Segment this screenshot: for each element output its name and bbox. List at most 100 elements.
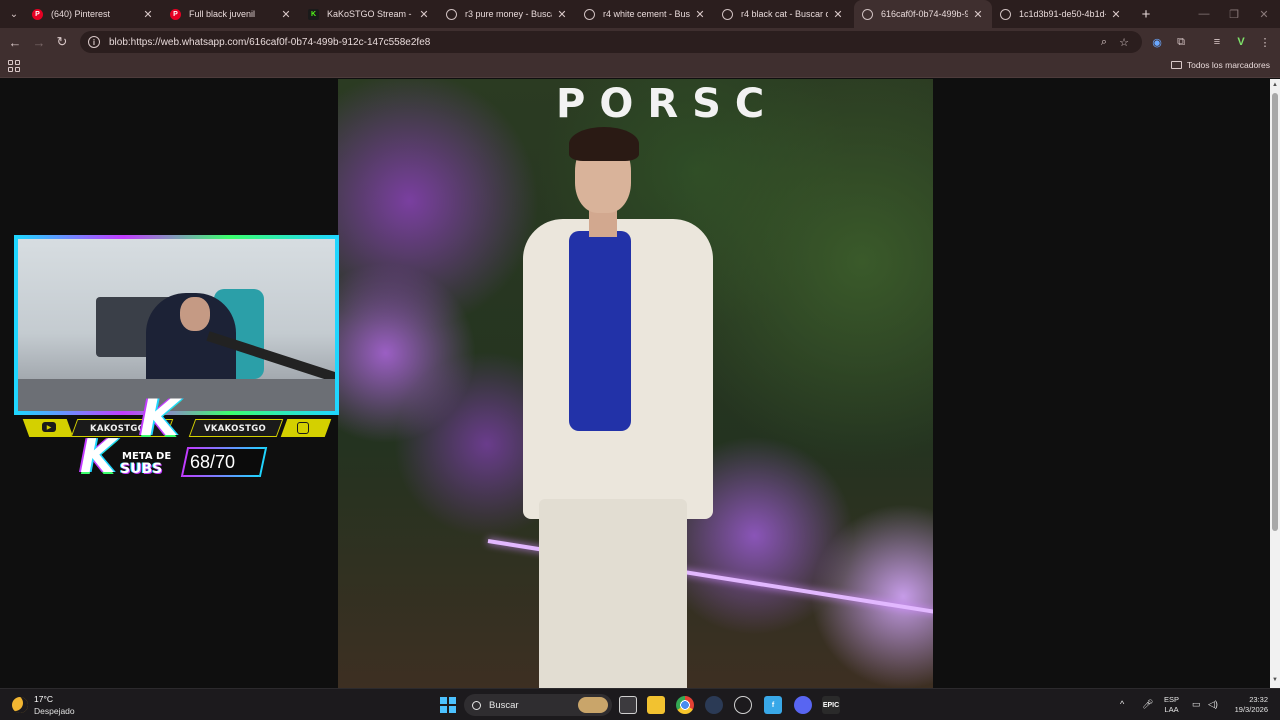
image-viewer: PORSC ▶ KAKOSTGO VKAKOSTGO K K META DE S… — [0, 79, 1270, 688]
weather-desc: Despejado — [34, 706, 75, 716]
hair — [569, 127, 639, 161]
tab-title: 1c1d3b91-de50-4b1d-ae — [1019, 9, 1106, 19]
language-indicator[interactable]: ESP LAA — [1164, 695, 1179, 715]
new-tab-button[interactable]: + — [1136, 4, 1156, 24]
bookmarks-bar: Todos los marcadores — [0, 56, 1280, 78]
microphone-icon[interactable]: 🎤︎ — [1142, 699, 1153, 710]
zoom-icon[interactable]: ⌕ — [1096, 35, 1112, 49]
sub-goal-count: 68/70 — [190, 452, 236, 472]
instagram-handle: VKAKOSTGO — [204, 424, 266, 434]
close-icon[interactable]: ✕ — [694, 8, 706, 21]
google-icon — [446, 8, 457, 20]
minimize-button[interactable]: — — [1188, 0, 1220, 28]
profile-avatar-icon[interactable]: V — [1232, 33, 1250, 51]
tab-full-black[interactable]: P Full black juvenil ✕ — [162, 0, 300, 28]
search-icon — [472, 700, 481, 710]
tab-google-search-1[interactable]: r3 pure money - Buscar c ✕ — [438, 0, 576, 28]
person-figure — [513, 119, 723, 688]
tab-title: r3 pure money - Buscar c — [465, 9, 552, 19]
search-highlight-image — [578, 697, 608, 713]
apps-grid-icon[interactable] — [8, 60, 20, 72]
close-icon[interactable]: ✕ — [972, 8, 984, 21]
pinterest-icon: P — [170, 8, 181, 20]
network-icon[interactable]: ▭ — [1192, 699, 1201, 710]
start-button[interactable] — [440, 697, 456, 713]
all-bookmarks-button[interactable]: Todos los marcadores — [1170, 60, 1270, 70]
search-label: Buscar — [489, 699, 519, 711]
menu-dots-icon[interactable]: ⋮ — [1256, 33, 1274, 51]
volume-icon[interactable]: ◁) — [1208, 699, 1218, 710]
scroll-up-icon[interactable]: ▲ — [1272, 82, 1278, 88]
close-icon[interactable]: ✕ — [832, 8, 844, 21]
tab-kick-stream[interactable]: K KaKoSTGO Stream - Watc ✕ — [300, 0, 438, 28]
globe-icon — [1000, 8, 1011, 20]
tab-title: r4 black cat - Buscar con — [741, 9, 828, 19]
goal-line2: SUBS — [120, 461, 163, 477]
forward-button[interactable]: → — [29, 32, 49, 52]
instagram-icon — [297, 422, 309, 434]
tab-title: 616caf0f-0b74-499b-912c — [881, 9, 968, 19]
google-icon — [584, 8, 595, 20]
task-view-icon[interactable] — [619, 696, 637, 714]
k-logo-small: K — [80, 429, 116, 483]
chrome-icon[interactable] — [676, 696, 694, 714]
sub-goal-label: META DE SUBS — [118, 447, 184, 479]
tab-search-button[interactable]: ⌄ — [4, 4, 24, 24]
bookmark-star-icon[interactable]: ☆ — [1116, 35, 1132, 49]
tab-pinterest[interactable]: P (640) Pinterest ✕ — [24, 0, 162, 28]
google-icon — [722, 8, 733, 20]
weather-temp: 17°C — [34, 694, 53, 704]
tab-google-search-3[interactable]: r4 black cat - Buscar con ✕ — [714, 0, 852, 28]
pinterest-icon: P — [32, 8, 43, 20]
site-info-icon[interactable]: i — [88, 36, 100, 48]
lang-line1: ESP — [1164, 695, 1180, 704]
address-bar[interactable]: i blob:https://web.whatsapp.com/616caf0f… — [80, 31, 1142, 53]
moon-icon — [12, 697, 28, 713]
close-icon[interactable]: ✕ — [142, 8, 154, 21]
close-window-button[interactable]: ✕ — [1248, 0, 1280, 28]
epic-games-icon[interactable]: EPIC — [822, 696, 840, 714]
extensions-icon[interactable]: ⧉ — [1172, 33, 1190, 51]
vertical-scrollbar[interactable]: ▲ ▼ — [1270, 79, 1280, 688]
lang-line2: LAA — [1164, 705, 1179, 714]
show-hidden-icons[interactable]: ^ — [1120, 699, 1124, 709]
tab-google-search-2[interactable]: r4 white cement - Buscar ✕ — [576, 0, 714, 28]
reload-button[interactable]: ↻ — [52, 32, 72, 52]
scroll-down-icon[interactable]: ▼ — [1272, 677, 1278, 683]
close-icon[interactable]: ✕ — [418, 8, 430, 21]
blue-shirt — [569, 231, 631, 431]
file-explorer-icon[interactable] — [647, 696, 665, 714]
tab-blob-2[interactable]: 1c1d3b91-de50-4b1d-ae ✕ — [992, 0, 1130, 28]
white-pants — [539, 499, 687, 688]
tab-strip: ⌄ P (640) Pinterest ✕ P Full black juven… — [0, 0, 1280, 28]
kick-icon: K — [308, 8, 319, 20]
discord-icon[interactable] — [794, 696, 812, 714]
folder-icon — [1170, 61, 1182, 69]
fiverr-icon[interactable]: f — [764, 696, 782, 714]
app-icon[interactable] — [705, 696, 723, 714]
close-icon[interactable]: ✕ — [1110, 8, 1122, 21]
back-button[interactable]: ← — [5, 32, 25, 52]
browser-toolbar: ← → ↻ i blob:https://web.whatsapp.com/61… — [0, 28, 1280, 56]
close-icon[interactable]: ✕ — [280, 8, 292, 21]
reading-list-icon[interactable]: ≡ — [1208, 33, 1226, 51]
tab-title: KaKoSTGO Stream - Watc — [327, 9, 414, 19]
clock-date: 19/3/2026 — [1234, 705, 1268, 714]
steam-icon[interactable] — [734, 696, 752, 714]
tab-title: Full black juvenil — [189, 9, 256, 19]
globe-icon — [862, 8, 873, 20]
tab-active-blob[interactable]: 616caf0f-0b74-499b-912c ✕ — [854, 0, 992, 28]
clock-time: 23:32 — [1249, 695, 1268, 704]
clock[interactable]: 23:32 19/3/2026 — [1228, 695, 1268, 715]
weather-widget[interactable]: 17°C Despejado — [12, 694, 75, 716]
extension-sound-icon[interactable]: ◉ — [1148, 33, 1166, 51]
youtube-icon: ▶ — [42, 422, 56, 432]
taskbar-search[interactable]: Buscar — [464, 694, 612, 716]
scroll-thumb[interactable] — [1272, 93, 1278, 531]
viewed-photo[interactable]: PORSC — [338, 79, 933, 688]
url-text[interactable]: blob:https://web.whatsapp.com/616caf0f-0… — [109, 37, 430, 48]
k-logo: K — [140, 389, 179, 447]
maximize-button[interactable]: ❐ — [1218, 0, 1250, 28]
tab-title: r4 white cement - Buscar — [603, 9, 690, 19]
close-icon[interactable]: ✕ — [556, 8, 568, 21]
